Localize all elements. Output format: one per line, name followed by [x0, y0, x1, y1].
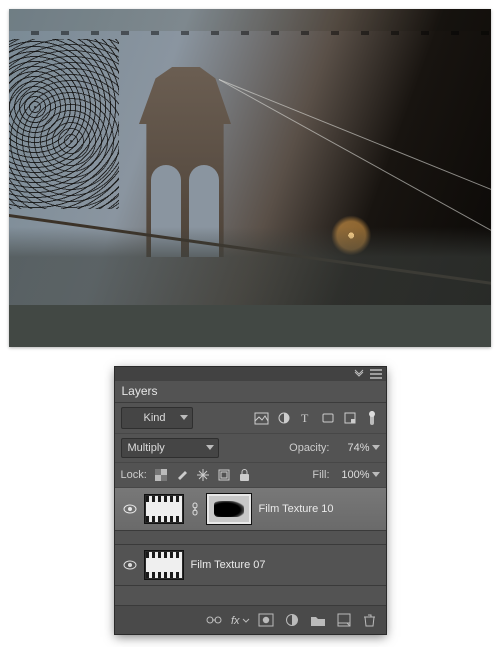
- lock-label: Lock:: [121, 469, 147, 481]
- collapse-icon[interactable]: [354, 370, 364, 378]
- layer-row[interactable]: Film Texture 07: [115, 545, 386, 586]
- filter-shape-icon[interactable]: [320, 410, 336, 426]
- layer-kind-select[interactable]: Kind: [121, 407, 193, 429]
- add-mask-icon[interactable]: [258, 612, 274, 628]
- opacity-field[interactable]: [336, 442, 380, 454]
- filter-adjust-icon[interactable]: [276, 410, 292, 426]
- visibility-toggle[interactable]: [123, 504, 137, 514]
- lock-artboard-icon[interactable]: [216, 467, 232, 483]
- layer-thumbnail[interactable]: [145, 551, 183, 579]
- lock-position-icon[interactable]: [195, 467, 211, 483]
- chevron-down-icon: [372, 445, 380, 451]
- lock-pixels-icon[interactable]: [174, 467, 190, 483]
- fill-label: Fill:: [312, 469, 329, 481]
- svg-text:T: T: [301, 411, 309, 425]
- svg-text:fx: fx: [231, 615, 240, 627]
- link-layers-icon[interactable]: [206, 612, 222, 628]
- lock-transparent-icon[interactable]: [153, 467, 169, 483]
- layer-name: Film Texture 07: [191, 559, 266, 571]
- layer-thumbnail[interactable]: [145, 495, 183, 523]
- layers-panel: Layers Kind T Multiply Opacit: [115, 367, 386, 634]
- filter-smart-icon[interactable]: [342, 410, 358, 426]
- new-group-icon[interactable]: [310, 612, 326, 628]
- filter-type-icon[interactable]: T: [298, 410, 314, 426]
- adjustment-layer-icon[interactable]: [284, 612, 300, 628]
- chevron-down-icon: [372, 472, 380, 478]
- visibility-toggle[interactable]: [123, 560, 137, 570]
- layer-row[interactable]: Film Texture 10: [115, 488, 386, 531]
- panel-tabbar: [115, 367, 386, 381]
- panel-title: Layers: [115, 381, 386, 403]
- new-layer-icon[interactable]: [336, 612, 352, 628]
- layer-mask-thumbnail[interactable]: [207, 494, 251, 524]
- panel-menu-icon[interactable]: [370, 369, 382, 379]
- blend-mode-select[interactable]: Multiply: [121, 438, 219, 458]
- eye-icon: [123, 560, 137, 570]
- mask-link-icon[interactable]: [191, 503, 199, 515]
- layer-name: Film Texture 10: [259, 503, 334, 515]
- layer-list: Film Texture 10 Film Texture 07: [115, 488, 386, 606]
- eye-icon: [123, 504, 137, 514]
- filter-toggle-icon[interactable]: [364, 410, 380, 426]
- lock-all-icon[interactable]: [237, 467, 253, 483]
- canvas-preview: [9, 9, 491, 347]
- filter-pixel-icon[interactable]: [254, 410, 270, 426]
- fill-field[interactable]: [336, 469, 380, 481]
- delete-layer-icon[interactable]: [362, 612, 378, 628]
- fx-icon[interactable]: fx: [232, 612, 248, 628]
- opacity-label: Opacity:: [289, 442, 329, 454]
- layer-actions: fx: [115, 606, 386, 634]
